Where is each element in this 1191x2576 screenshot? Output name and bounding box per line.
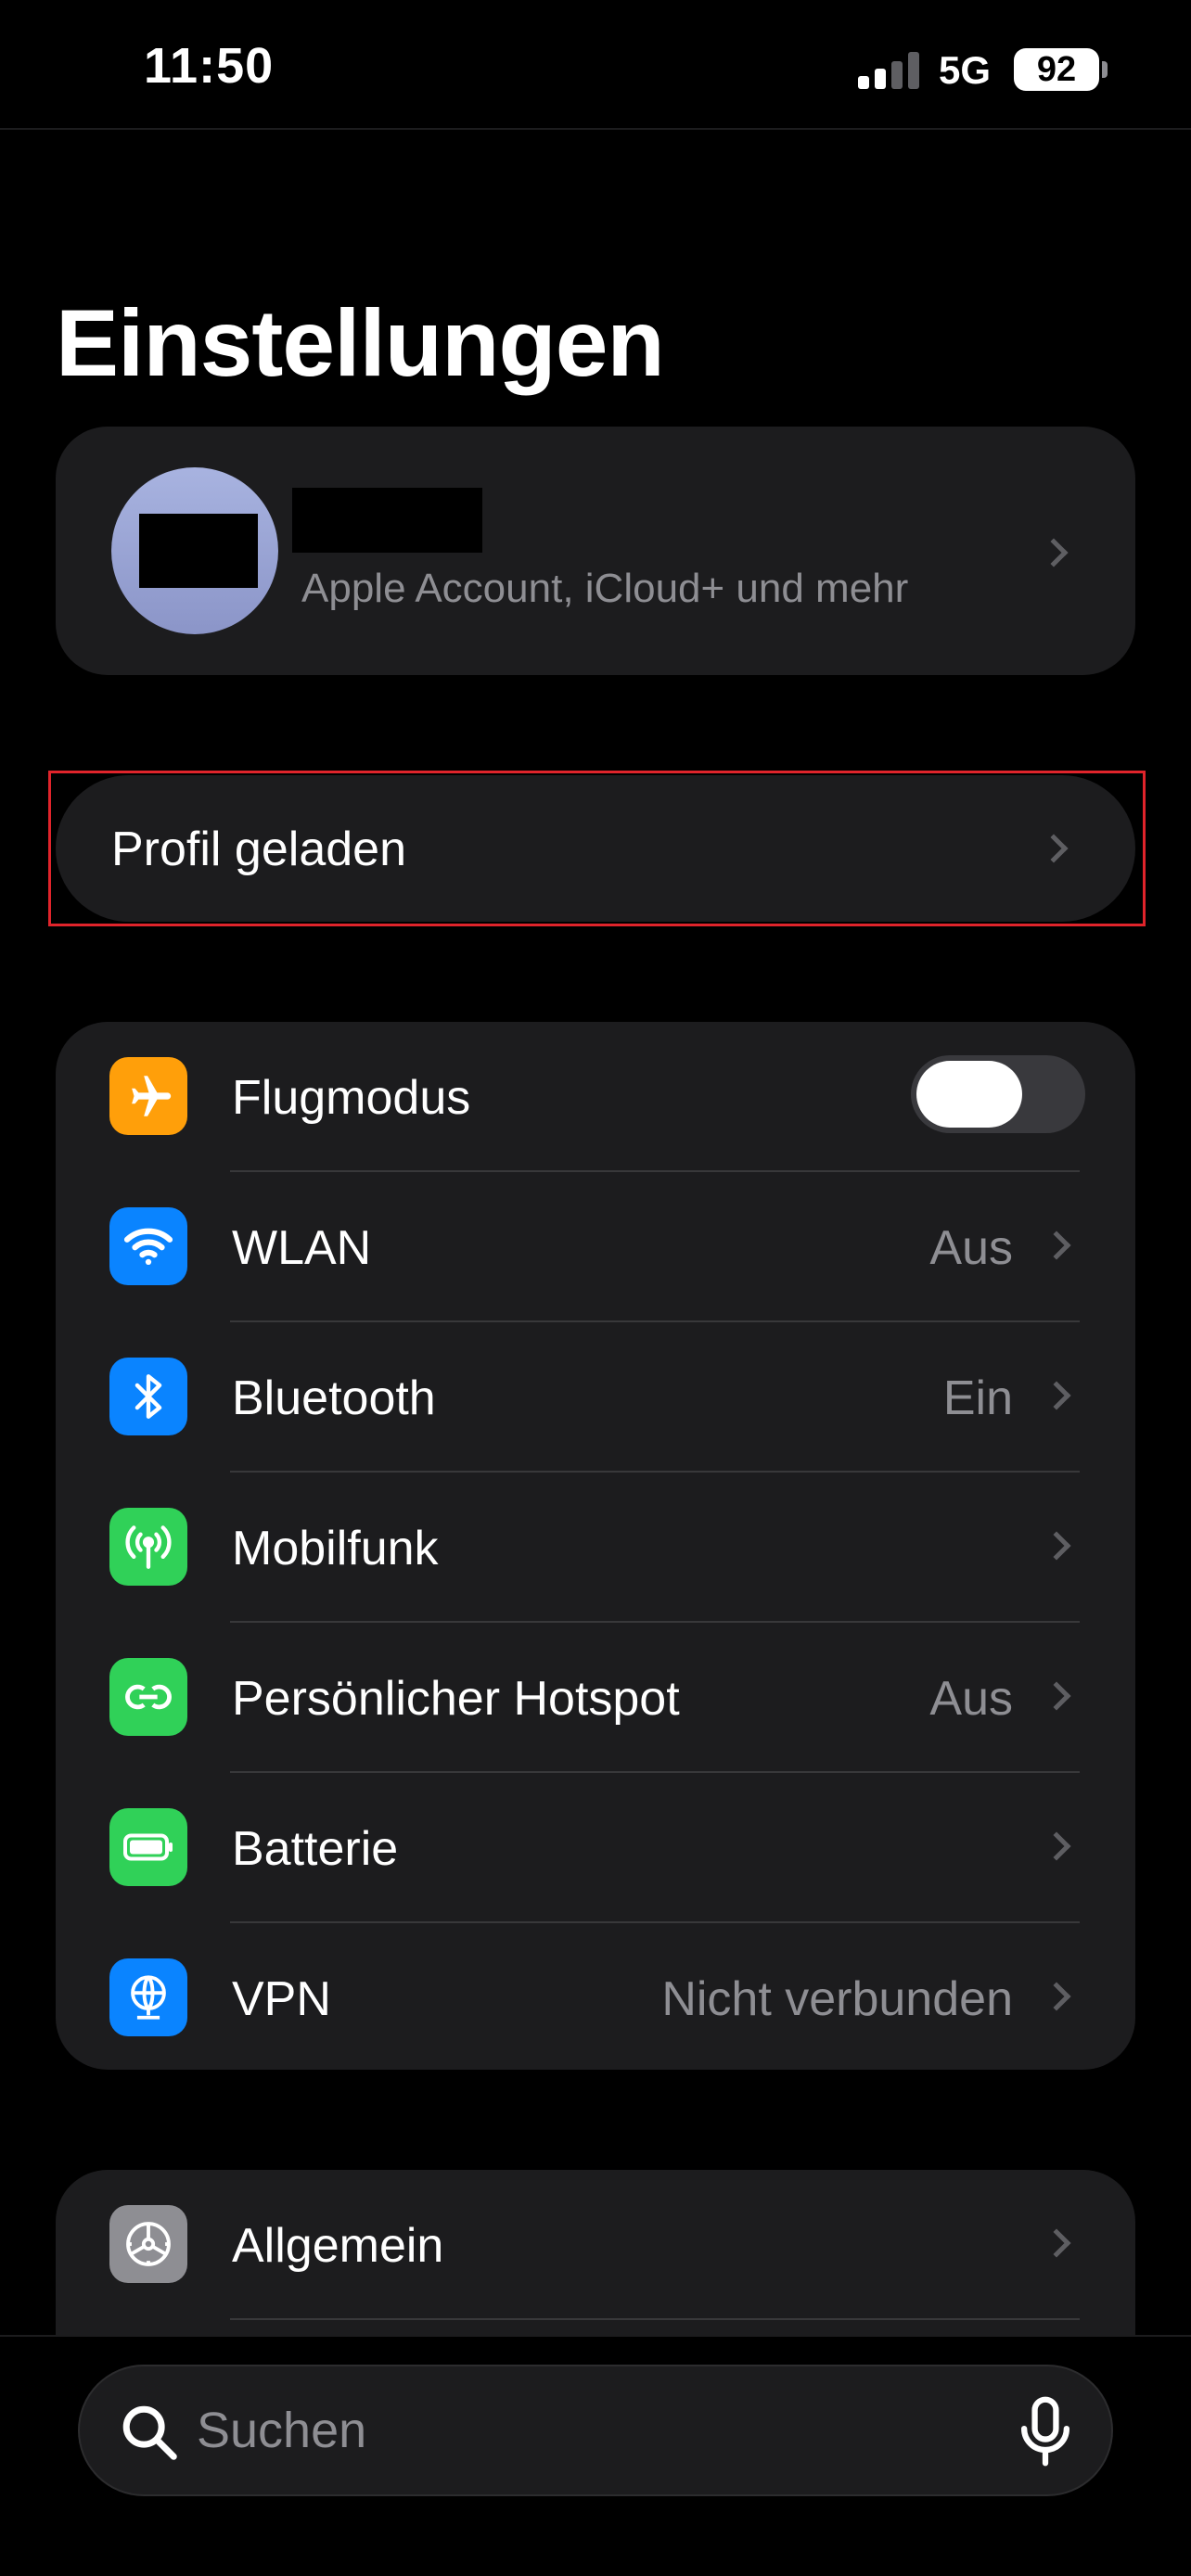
vpn-icon [109, 1958, 187, 2036]
microphone-icon[interactable] [1013, 2394, 1078, 2468]
redaction-box [139, 514, 258, 588]
profile-label: Profil geladen [111, 823, 406, 876]
row-value: Aus [929, 1221, 1013, 1275]
cellular-signal-icon [858, 52, 919, 89]
status-bar: 11:50 5G 92 [0, 0, 1191, 130]
settings-row-mobilfunk[interactable]: Mobilfunk [56, 1473, 1135, 1623]
chevron-right-icon [1042, 1982, 1071, 2011]
row-value: Nicht verbunden [661, 1972, 1013, 2026]
hotspot-icon [109, 1658, 187, 1736]
row-label: Flugmodus [232, 1071, 471, 1125]
settings-row-batterie[interactable]: Batterie [56, 1773, 1135, 1923]
account-subtitle: Apple Account, iCloud+ und mehr [301, 566, 909, 611]
row-label: Batterie [232, 1822, 399, 1876]
airplane-icon [109, 1057, 187, 1135]
row-value: Ein [942, 1371, 1013, 1425]
account-name-redacted [292, 488, 482, 553]
battery-tip [1102, 61, 1108, 78]
divider [230, 2318, 1080, 2320]
avatar [111, 467, 278, 634]
toggle-knob [916, 1061, 1022, 1128]
chevron-right-icon [1042, 1681, 1071, 1711]
row-value: Aus [929, 1672, 1013, 1726]
search-icon [122, 2405, 177, 2460]
wifi-icon [109, 1207, 187, 1285]
status-time: 11:50 [144, 38, 275, 94]
settings-row-hotspot[interactable]: Persönlicher Hotspot Aus [56, 1623, 1135, 1773]
search-bar[interactable] [78, 2365, 1113, 2496]
gear-icon [109, 2205, 187, 2283]
chevron-right-icon [1039, 834, 1069, 863]
settings-row-allgemein[interactable]: Allgemein [56, 2170, 1135, 2320]
row-label: WLAN [232, 1221, 372, 1275]
antenna-icon [109, 1508, 187, 1586]
settings-row-vpn[interactable]: VPN Nicht verbunden [56, 1923, 1135, 2073]
airplane-mode-toggle[interactable] [911, 1055, 1085, 1133]
settings-row-wlan[interactable]: WLAN Aus [56, 1172, 1135, 1322]
chevron-right-icon [1042, 1381, 1071, 1410]
apple-account-card[interactable]: Apple Account, iCloud+ und mehr [56, 427, 1135, 675]
battery-icon [109, 1808, 187, 1886]
chevron-right-icon [1042, 1531, 1071, 1561]
row-label: VPN [232, 1972, 331, 2026]
settings-row-bluetooth[interactable]: Bluetooth Ein [56, 1322, 1135, 1473]
row-label: Bluetooth [232, 1371, 436, 1425]
bluetooth-icon [109, 1358, 187, 1435]
row-label: Allgemein [232, 2219, 444, 2273]
chevron-right-icon [1042, 1831, 1071, 1861]
row-label: Mobilfunk [232, 1522, 439, 1575]
chevron-right-icon [1042, 1231, 1071, 1260]
chevron-right-icon [1039, 538, 1069, 567]
settings-row-flugmodus[interactable]: Flugmodus [56, 1022, 1135, 1172]
battery-icon: 92 [1014, 48, 1099, 91]
chevron-right-icon [1042, 2228, 1071, 2258]
profile-loaded-row[interactable]: Profil geladen [56, 775, 1135, 922]
row-label: Persönlicher Hotspot [232, 1672, 680, 1726]
search-input[interactable] [197, 2366, 985, 2494]
connectivity-group: Flugmodus WLAN Aus Bluetooth Ein Mobilfu… [56, 1022, 1135, 2070]
page-title: Einstellungen [56, 290, 665, 396]
network-type: 5G [939, 48, 992, 92]
